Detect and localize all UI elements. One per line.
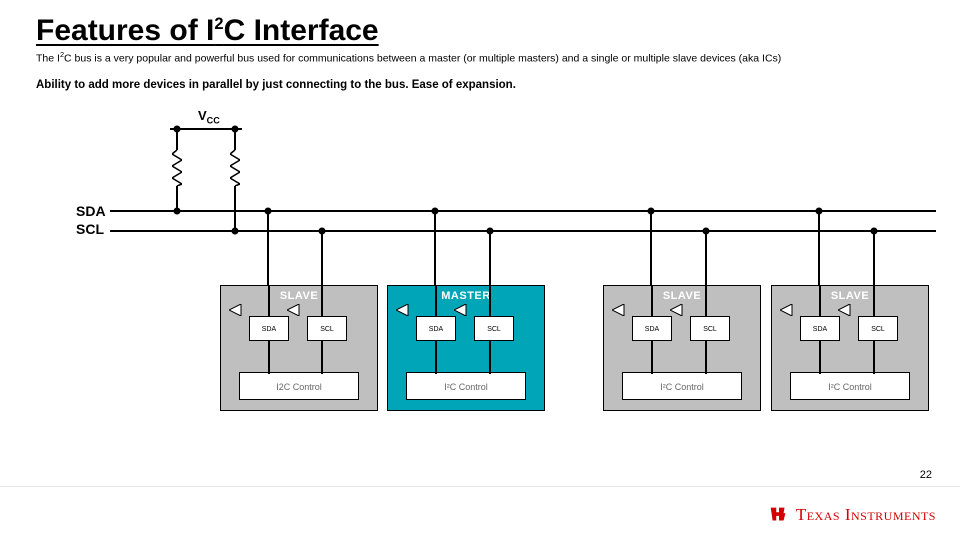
page-number: 22 xyxy=(920,469,932,481)
buffer-icon xyxy=(612,304,630,316)
pullup-resistor-icon xyxy=(230,150,240,186)
wire xyxy=(651,286,653,316)
device-label: MASTER xyxy=(388,290,544,302)
device-slave: SLAVE SDA SCL I²C Control xyxy=(603,285,761,411)
wire xyxy=(434,210,436,285)
wire xyxy=(489,286,491,316)
i2c-control-block: I2C Control xyxy=(239,372,359,400)
wire xyxy=(705,286,707,316)
title-sup: 2 xyxy=(214,15,223,33)
wire xyxy=(651,341,653,374)
pin-scl: SCL xyxy=(690,316,730,341)
pullup-resistor-icon xyxy=(172,150,182,186)
title-post: C Interface xyxy=(224,14,379,47)
wire xyxy=(176,128,178,150)
wire xyxy=(234,128,236,150)
wire xyxy=(873,286,875,316)
wire xyxy=(176,186,178,210)
pin-scl: SCL xyxy=(474,316,514,341)
device-label: SLAVE xyxy=(221,290,377,302)
device-slave: SLAVE SDA SCL I²C Control xyxy=(771,285,929,411)
scl-label: SCL xyxy=(76,220,106,238)
device-slave: SLAVE SDA SCL I2C Control xyxy=(220,285,378,411)
wire xyxy=(705,230,707,285)
buffer-icon xyxy=(396,304,414,316)
wire xyxy=(321,286,323,316)
wire xyxy=(435,341,437,374)
wire xyxy=(650,210,652,285)
pin-scl: SCL xyxy=(307,316,347,341)
wire xyxy=(873,341,875,374)
buffer-icon xyxy=(229,304,247,316)
pin-sda: SDA xyxy=(800,316,840,341)
i2c-control-block: I²C Control xyxy=(406,372,526,400)
pin-sda: SDA xyxy=(249,316,289,341)
node-dot xyxy=(174,208,181,215)
ti-logo-icon xyxy=(768,504,790,526)
wire xyxy=(818,210,820,285)
i2c-control-block: I²C Control xyxy=(622,372,742,400)
wire xyxy=(819,341,821,374)
device-label: SLAVE xyxy=(604,290,760,302)
wire xyxy=(435,286,437,316)
wire xyxy=(321,341,323,374)
i2c-diagram: VCC SDA SCL SLAVE SDA SCL I2C Control xyxy=(36,110,936,420)
buffer-icon xyxy=(454,304,472,316)
slide-title: Features of I2C Interface xyxy=(36,14,924,48)
wire xyxy=(489,230,491,285)
wire xyxy=(489,341,491,374)
device-label: SLAVE xyxy=(772,290,928,302)
wire xyxy=(321,230,323,285)
sda-bus-line xyxy=(110,210,936,212)
slide-description: The I2C bus is a very popular and powerf… xyxy=(36,50,924,65)
wire xyxy=(873,230,875,285)
device-master: MASTER SDA SCL I²C Control xyxy=(387,285,545,411)
pin-scl: SCL xyxy=(858,316,898,341)
vcc-label: VCC xyxy=(198,108,220,126)
node-dot xyxy=(232,228,239,235)
wire xyxy=(268,286,270,316)
ti-logo: Texas Instruments xyxy=(768,504,936,526)
title-pre: Features of I xyxy=(36,14,214,47)
ti-logo-text: Texas Instruments xyxy=(796,505,936,525)
wire xyxy=(234,186,236,230)
buffer-icon xyxy=(670,304,688,316)
wire xyxy=(267,210,269,285)
slide-footer: 22 Texas Instruments xyxy=(0,486,960,540)
buffer-icon xyxy=(287,304,305,316)
i2c-control-block: I²C Control xyxy=(790,372,910,400)
buffer-icon xyxy=(780,304,798,316)
slide-bullet: Ability to add more devices in parallel … xyxy=(36,79,924,91)
sda-label: SDA xyxy=(76,202,106,220)
wire xyxy=(705,341,707,374)
wire xyxy=(819,286,821,316)
buffer-icon xyxy=(838,304,856,316)
pin-sda: SDA xyxy=(632,316,672,341)
wire xyxy=(268,341,270,374)
pin-sda: SDA xyxy=(416,316,456,341)
bus-labels: SDA SCL xyxy=(76,202,106,238)
